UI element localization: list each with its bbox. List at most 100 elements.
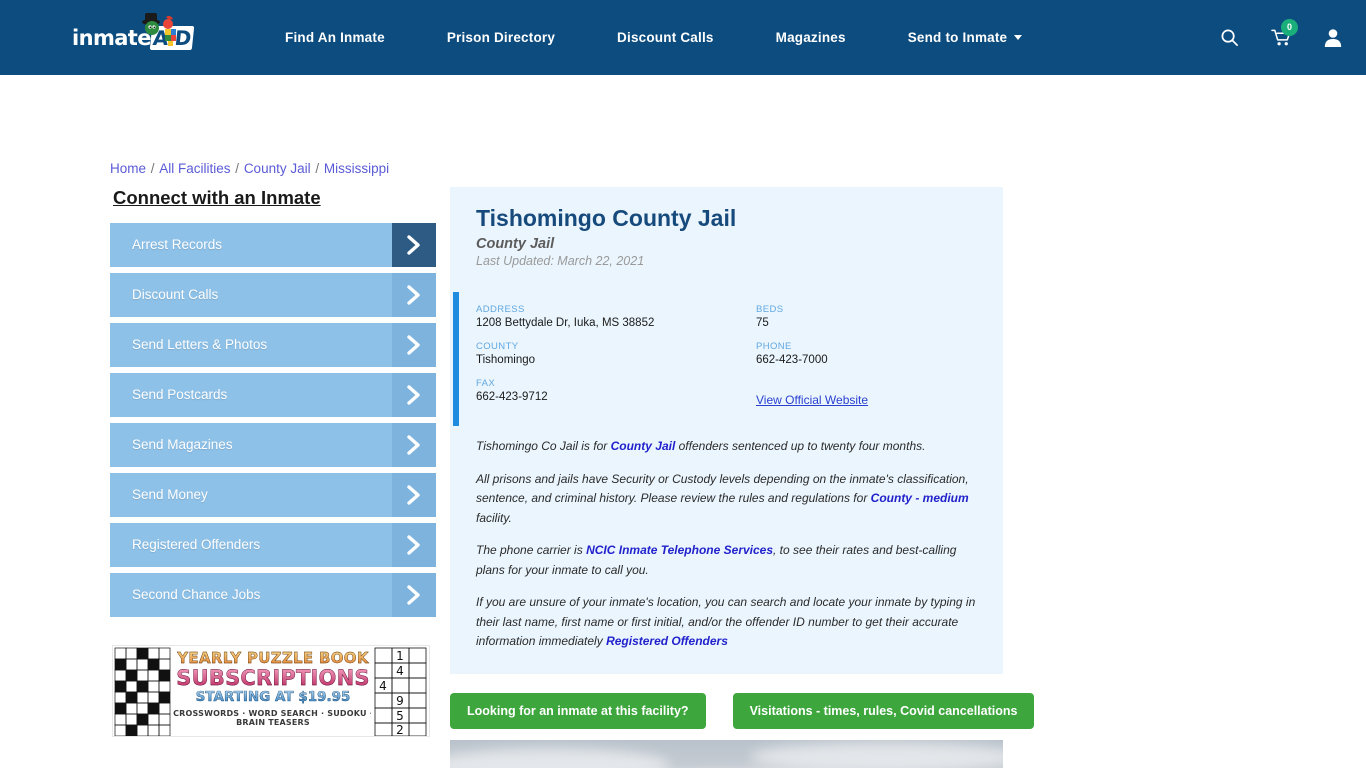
breadcrumb-item-mississippi[interactable]: Mississippi xyxy=(324,161,389,176)
sidebar-item-label: Second Chance Jobs xyxy=(132,587,261,602)
chevron-right-icon xyxy=(392,473,436,517)
desc-p1-text-a: Tishomingo Co Jail is for xyxy=(476,439,611,453)
link-registered-offenders[interactable]: Registered Offenders xyxy=(606,634,728,648)
sidebar-item-label: Send Magazines xyxy=(132,437,233,452)
sidebar-item-label: Send Postcards xyxy=(132,387,228,402)
breadcrumb: Home / All Facilities / County Jail / Mi… xyxy=(110,161,389,176)
breadcrumb-item-home[interactable]: Home xyxy=(110,161,146,176)
description-paragraph-2: All prisons and jails have Security or C… xyxy=(476,470,977,529)
facility-type-label: County Jail xyxy=(476,236,555,252)
main-navigation: Find An Inmate Prison Directory Discount… xyxy=(254,0,1053,75)
info-value-phone: 662-423-7000 xyxy=(756,354,828,366)
sidebar: Connect with an Inmate Arrest Records Di… xyxy=(110,187,436,623)
logo-aid-badge: AID xyxy=(149,26,194,50)
ad-price-line: STARTING AT $19.95 xyxy=(173,689,373,706)
sidebar-item-second-chance-jobs[interactable]: Second Chance Jobs xyxy=(110,573,436,617)
site-logo[interactable]: inmateAID xyxy=(72,13,194,59)
cta-button-row: Looking for an inmate at this facility? … xyxy=(450,693,1035,729)
info-field-website: View Official Website xyxy=(756,378,977,409)
info-field-address: ADDRESS 1208 Bettydale Dr, Iuka, MS 3885… xyxy=(476,304,756,329)
info-label-phone: PHONE xyxy=(756,341,792,352)
chevron-right-icon xyxy=(392,423,436,467)
user-account-icon[interactable] xyxy=(1322,27,1344,49)
facility-info-block: ADDRESS 1208 Bettydale Dr, Iuka, MS 3885… xyxy=(450,292,1003,427)
cloud-shape xyxy=(750,742,1003,768)
info-label-fax: FAX xyxy=(476,378,496,389)
ad-headline-2: SUBSCRIPTIONS xyxy=(173,667,373,689)
link-county-jail[interactable]: County Jail xyxy=(611,439,676,453)
link-county-medium[interactable]: County - medium xyxy=(871,491,969,505)
sidebar-item-discount-calls[interactable]: Discount Calls xyxy=(110,273,436,317)
chevron-right-icon xyxy=(392,523,436,567)
view-official-website-link[interactable]: View Official Website xyxy=(756,393,868,407)
sidebar-title: Connect with an Inmate xyxy=(113,187,321,208)
sudoku-graphic: 1 4 4 9 5 2 xyxy=(371,646,429,737)
shopping-cart-icon[interactable]: 0 xyxy=(1270,18,1298,49)
svg-text:9: 9 xyxy=(396,694,404,708)
info-label-address: ADDRESS xyxy=(476,304,525,315)
info-value-address: 1208 Bettydale Dr, Iuka, MS 38852 xyxy=(476,317,655,329)
chevron-right-icon xyxy=(392,223,436,267)
facility-info-grid: ADDRESS 1208 Bettydale Dr, Iuka, MS 3885… xyxy=(476,304,977,409)
info-value-county: Tishomingo xyxy=(476,354,536,366)
sidebar-item-send-magazines[interactable]: Send Magazines xyxy=(110,423,436,467)
svg-text:4: 4 xyxy=(379,679,387,693)
visitations-info-button[interactable]: Visitations - times, rules, Covid cancel… xyxy=(732,693,1035,729)
breadcrumb-item-all-facilities[interactable]: All Facilities xyxy=(159,161,230,176)
looking-for-inmate-button[interactable]: Looking for an inmate at this facility? xyxy=(450,693,706,729)
sidebar-item-label: Discount Calls xyxy=(132,287,219,302)
sidebar-item-arrest-records[interactable]: Arrest Records xyxy=(110,223,436,267)
breadcrumb-separator: / xyxy=(311,161,323,176)
last-updated-text: Last Updated: March 22, 2021 xyxy=(476,254,645,268)
sidebar-item-label: Send Letters & Photos xyxy=(132,337,268,352)
nav-item-send-to-inmate[interactable]: Send to Inmate xyxy=(877,30,1054,45)
facility-description: Tishomingo Co Jail is for County Jail of… xyxy=(450,427,1003,674)
description-paragraph-4: If you are unsure of your inmate's locat… xyxy=(476,593,977,652)
facility-main-panel: Tishomingo County Jail County Jail Last … xyxy=(450,187,1003,674)
facility-exterior-photo xyxy=(450,740,1003,768)
svg-text:1: 1 xyxy=(396,649,404,663)
info-field-fax: FAX 662-423-9712 xyxy=(476,378,756,409)
svg-text:2: 2 xyxy=(396,723,404,737)
ad-headline-1: YEARLY PUZZLE BOOK xyxy=(173,649,373,667)
accent-bar xyxy=(453,292,459,426)
logo-wordmark: inmateAID xyxy=(72,26,194,50)
svg-text:4: 4 xyxy=(396,664,404,678)
svg-text:5: 5 xyxy=(396,709,404,723)
info-label-county: COUNTY xyxy=(476,341,519,352)
ad-category-line: CROSSWORDS · WORD SEARCH · SUDOKU · BRAI… xyxy=(173,709,373,727)
desc-p1-text-b: offenders sentenced up to twenty four mo… xyxy=(675,439,926,453)
sidebar-item-label: Arrest Records xyxy=(132,237,223,252)
nav-item-prison-directory[interactable]: Prison Directory xyxy=(416,30,586,45)
breadcrumb-separator: / xyxy=(147,161,159,176)
info-label-beds: BEDS xyxy=(756,304,784,315)
nav-item-discount-calls[interactable]: Discount Calls xyxy=(586,30,745,45)
description-paragraph-1: Tishomingo Co Jail is for County Jail of… xyxy=(476,437,977,457)
info-value-fax: 662-423-9712 xyxy=(476,391,548,403)
link-ncic-telephone-services[interactable]: NCIC Inmate Telephone Services xyxy=(586,543,773,557)
chevron-right-icon xyxy=(392,323,436,367)
chevron-right-icon xyxy=(392,273,436,317)
info-field-county: COUNTY Tishomingo xyxy=(476,341,756,366)
site-header: inmateAID Find An Inmate Prison Director… xyxy=(0,0,1366,75)
sidebar-item-label: Registered Offenders xyxy=(132,537,261,552)
breadcrumb-item-county-jail[interactable]: County Jail xyxy=(244,161,311,176)
sidebar-item-send-postcards[interactable]: Send Postcards xyxy=(110,373,436,417)
sidebar-item-label: Send Money xyxy=(132,487,208,502)
search-icon[interactable] xyxy=(1218,27,1240,49)
desc-p2-text-b: facility. xyxy=(476,510,512,525)
sidebar-item-send-letters-photos[interactable]: Send Letters & Photos xyxy=(110,323,436,367)
description-paragraph-3: The phone carrier is NCIC Inmate Telepho… xyxy=(476,541,977,580)
desc-p3-text-a: The phone carrier is xyxy=(476,543,587,557)
facility-header: Tishomingo County Jail County Jail Last … xyxy=(450,187,1003,278)
cloud-shape xyxy=(450,748,670,768)
crossword-graphic xyxy=(113,646,175,736)
nav-item-find-an-inmate[interactable]: Find An Inmate xyxy=(254,30,416,45)
puzzle-book-ad-banner[interactable]: YEARLY PUZZLE BOOK SUBSCRIPTIONS STARTIN… xyxy=(112,645,430,737)
info-field-phone: PHONE 662-423-7000 xyxy=(756,341,977,366)
chevron-right-icon xyxy=(392,573,436,617)
sidebar-item-send-money[interactable]: Send Money xyxy=(110,473,436,517)
info-value-beds: 75 xyxy=(756,317,769,329)
nav-item-magazines[interactable]: Magazines xyxy=(745,30,877,45)
sidebar-item-registered-offenders[interactable]: Registered Offenders xyxy=(110,523,436,567)
